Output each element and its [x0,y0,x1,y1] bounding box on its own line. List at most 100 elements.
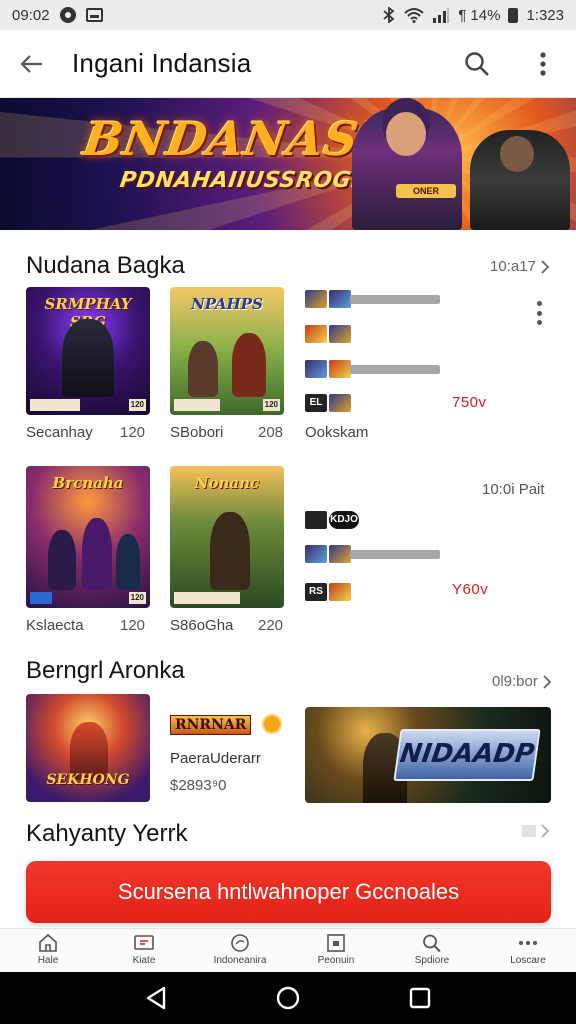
ranking-row[interactable] [305,290,351,308]
game-cover-title: Nonanc [194,474,260,492]
cover-tag: 120 [128,592,146,604]
rank-thumb [329,394,351,412]
ranking-bar [350,295,440,304]
game-card[interactable]: SRMPHAY SRG 120 [26,287,150,415]
cover-tag: 120 [128,399,146,411]
price-label: Y60v [452,581,489,598]
brand-badge: RNRNAR [170,715,252,735]
game-count: 220 [258,617,284,634]
nav-label: Hale [37,955,59,966]
gallery-icon [85,8,103,22]
coin-icon [262,714,282,734]
cover-tag: 120 [262,399,280,411]
cover-strip [174,592,280,604]
game-card[interactable]: Brcnaha 120 [26,466,150,608]
rank-thumb: EL [305,394,327,412]
nav-item-tv[interactable]: Kiate [96,929,192,972]
nav-label: Indoneanira [213,955,267,966]
ranking-row[interactable]: RS [305,583,351,601]
primary-cta-button[interactable]: Scursena hntlwahnoper Gccnoales [26,861,551,923]
nav-item-gallery[interactable]: Peonuin [288,929,384,972]
rank-thumb [305,325,327,343]
status-time: 09:02 [12,6,50,24]
game-count: 208 [258,424,284,441]
back-button[interactable] [0,30,64,98]
system-recents-button[interactable] [400,978,440,1018]
item-more-button[interactable] [529,298,549,328]
ranking-bar [350,550,440,559]
chevron-right-icon [541,259,550,274]
battery-percent: ¶ 14% [458,6,501,24]
game-card[interactable]: Nonanc [170,466,284,608]
cover-figure [232,333,266,397]
hero-banner[interactable]: BNDANASIN PDNAHAIIUSSROGN [0,98,576,230]
wifi-icon [404,8,424,23]
status-bar: 09:02 ¶ 14% 1:323 [0,0,576,30]
bottom-nav: Hale Kiate Indoneanira Peonuin Spdiore L… [0,928,576,972]
cover-figure [82,518,112,590]
system-home-button[interactable] [268,978,308,1018]
game-card[interactable]: SEKHONG [26,694,150,802]
record-icon [59,7,76,23]
chevron-right-icon [543,674,552,689]
cover-strip: 120 [174,399,280,411]
bluetooth-icon [383,7,395,23]
section-more-1[interactable]: 10:a17 [490,258,550,275]
nav-item-search[interactable]: Spdiore [384,929,480,972]
app-screen: 09:02 ¶ 14% 1:323 Ingani Indansia BNDANA… [0,0,576,1024]
game-name: S86oGha [170,617,234,634]
rank-thumb [305,545,327,563]
price-label: 750v [452,394,487,411]
app-bar: Ingani Indansia [0,30,576,98]
banner-item-label: ONER [396,184,456,198]
section-title-1: Nudana Bagka [26,252,185,279]
ranking-row[interactable]: KDJO [305,511,359,529]
cover-strip: 120 [30,399,146,411]
game-card[interactable]: NPAHPS 120 [170,287,284,415]
rank-thumb [329,325,351,343]
search-button[interactable] [444,30,510,98]
nav-label: Loscare [510,955,546,966]
rank-thumb [329,360,351,378]
rank-thumb: KDJO [329,511,359,529]
nav-label: Peonuin [317,955,355,966]
section-more-4[interactable] [522,824,550,838]
ranking-row[interactable]: EL [305,394,351,412]
search-icon [423,934,441,953]
cover-figure [210,512,250,590]
nav-item-home[interactable]: Hale [0,929,96,972]
signal-icon [433,8,450,23]
battery-icon [508,7,519,23]
rank-thumb [329,545,351,563]
section-more-label-3: 0l9:bor [492,673,538,690]
game-name: Kslaecta [26,617,84,634]
promo-price: $2893⁹0 [170,777,227,794]
arrow-left-icon [20,54,42,73]
square-recents-icon [409,987,431,1009]
nav-item-chat[interactable]: Indoneanira [192,929,288,972]
banner-villain-figure [470,130,570,230]
game-name: Secanhay [26,424,93,441]
nav-item-more[interactable]: Loscare [480,929,576,972]
chat-icon [231,934,249,952]
overflow-menu-button[interactable] [510,30,576,98]
cover-figure [48,530,76,590]
promo-logo: NIDAADP [393,729,541,781]
promo-card[interactable]: NIDAADP [305,707,551,803]
ranking-bar [350,365,440,374]
cover-figure [116,534,140,590]
time-label: 10:0i Pait [482,481,545,498]
cover-figure [188,341,218,397]
ranking-row[interactable] [305,545,351,563]
page-title: Ingani Indansia [72,48,252,78]
section-title-4: Kahyanty Yerrk [26,820,188,847]
game-cover-title: SEKHONG [46,772,130,788]
section-more-3[interactable]: 0l9:bor [492,673,552,690]
rank-thumb [329,290,351,308]
nav-label: Kiate [132,955,156,966]
ranking-row[interactable] [305,360,351,378]
system-back-button[interactable] [136,978,176,1018]
ranking-row[interactable] [305,325,351,343]
search-icon [465,51,489,76]
more-vert-icon [540,51,546,76]
